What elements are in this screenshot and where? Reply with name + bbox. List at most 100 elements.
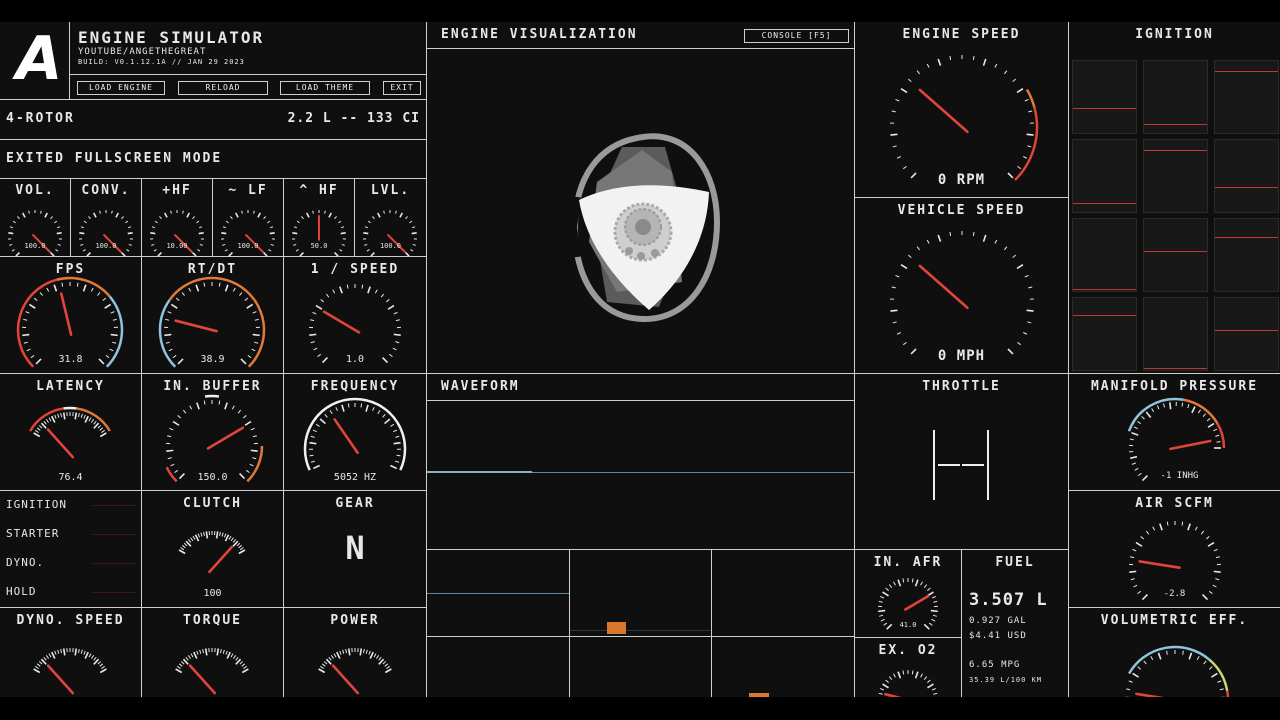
ex-o2-dial-tick (897, 671, 902, 679)
hold-toggle-label[interactable]: HOLD (6, 585, 37, 598)
hf2-dial-tick (306, 212, 310, 218)
frequency-dial-tick (309, 454, 314, 457)
dyno-speed-dial-tick (54, 650, 57, 655)
throttle-indicator[interactable] (855, 374, 1069, 550)
channel-grid (427, 550, 855, 697)
latency-dial-tick (57, 413, 60, 418)
frequency-dial-tick (390, 464, 398, 470)
hf2-dial-tick (312, 210, 314, 214)
conv-value: 100.0 (95, 242, 117, 250)
hf-dial-tick (151, 226, 156, 229)
vol-dial-tick (17, 216, 20, 220)
fps-dial-tick (25, 311, 30, 314)
engine-displacement: 2.2 L -- 133 CI (287, 111, 420, 126)
in-buffer-dial-tick (203, 400, 206, 405)
frequency-dial-tick (309, 441, 317, 445)
engine-speed-dial-tick (1026, 133, 1034, 136)
air-scfm-dial-tick (1194, 526, 1198, 531)
torque-dial-tick (177, 665, 181, 670)
rtdt-dial-tick (244, 297, 249, 302)
manifold-pressure-dial-needle (1169, 439, 1212, 451)
latency-dial-tick (38, 425, 43, 429)
afr-dial-tick (914, 579, 919, 587)
afr-dial-tick (923, 584, 928, 588)
conv-dial-tick (120, 251, 126, 256)
afr-dial-tick (911, 578, 914, 583)
torque-dial-tick (199, 649, 202, 654)
air-scfm-dial-tick (1152, 526, 1156, 531)
rotor-bolt-left (625, 247, 633, 255)
in-buffer-dial-tick (189, 405, 193, 410)
hf-dial-tick (150, 231, 156, 235)
air-scfm-dial-tick (1129, 570, 1137, 573)
ex-o2-dial-tick (923, 676, 928, 680)
fps-dial-tick (53, 284, 58, 292)
latency-dial-tick (101, 429, 105, 434)
frequency-dial-tick (365, 404, 369, 412)
lvl-dial-tick (411, 226, 416, 229)
engine-speed-dial-tick (891, 110, 896, 113)
lf-dial-tick (235, 212, 239, 218)
ignition-cell-12 (1214, 297, 1279, 371)
channel-cell-1 (427, 550, 570, 637)
ex-o2-dial-tick (920, 673, 923, 678)
volumetric-eff-gauge (1125, 645, 1230, 697)
dyno-speed-dial-tick (90, 655, 95, 659)
vehicle-speed-dial-tick (895, 274, 900, 278)
lf-dial-tick (267, 220, 271, 224)
in-buffer-dial (165, 394, 264, 483)
manifold-pressure-dial-tick (1191, 406, 1196, 414)
exit-button[interactable]: EXIT (383, 81, 421, 95)
volumetric-eff-dial-tick (1182, 650, 1184, 655)
in-buffer-dial-tick (177, 414, 182, 419)
torque-dial-tick (230, 653, 234, 658)
fuel-cost: $4.41 USD (969, 631, 1027, 641)
clutch-dial-tick (194, 534, 200, 542)
dyno-speed-dial-tick (35, 665, 39, 670)
ignition-cell-7 (1072, 218, 1137, 292)
lvl-dial-tick (405, 216, 408, 220)
manifold-pressure-dial-tick (1151, 408, 1155, 413)
engine-speed-dial-tick (1024, 98, 1029, 102)
rtdt-dial-tick (170, 303, 178, 309)
clutch-dial-tick (238, 544, 243, 549)
vehicle-speed-dial-tick (907, 254, 912, 259)
ignition-cell-8 (1143, 218, 1208, 292)
lvl-gauge-panel: LVL. 100.0 (355, 179, 427, 257)
engine-speed-dial-tick (916, 70, 920, 75)
air-scfm-dial-tick (1159, 523, 1163, 531)
manifold-pressure-dial-tick (1206, 417, 1211, 422)
latency-dial-tick (60, 412, 63, 418)
volumetric-eff-dial-tick (1128, 680, 1133, 683)
load-theme-button[interactable]: LOAD THEME (280, 81, 370, 95)
latency-dial-tick (77, 412, 80, 418)
afr-dial-tick (878, 609, 886, 613)
torque-dial-tick (219, 648, 222, 654)
in-buffer-dial-tick (242, 414, 247, 419)
vehicle-speed-dial-tick (949, 231, 952, 237)
hold-toggle-indicator (92, 592, 136, 593)
dyno-toggle-label[interactable]: DYNO. (6, 556, 44, 569)
speed-panel: 1 / SPEED 1.0 (284, 257, 427, 374)
dyno-speed-dial-tick (93, 656, 97, 661)
ignition-toggle-label[interactable]: IGNITION (6, 498, 67, 511)
manifold-pressure-panel: MANIFOLD PRESSURE -1 INHG (1069, 374, 1280, 491)
power-dial-tick (384, 663, 389, 667)
reload-button[interactable]: RELOAD (178, 81, 268, 95)
ignition-cell-10 (1072, 297, 1137, 371)
dyno-speed-dial-tick (88, 653, 92, 658)
latency-dial-tick (62, 412, 66, 420)
clutch-dial-tick (187, 538, 192, 543)
frequency-dial-tick (372, 406, 375, 412)
dyno-speed-dial (33, 648, 107, 695)
load-engine-button[interactable]: LOAD ENGINE (77, 81, 165, 95)
in-buffer-dial-tick (167, 435, 172, 438)
power-dial-tick (333, 653, 337, 658)
frequency-dial-tick (335, 406, 338, 412)
in-buffer-dial-tick (250, 449, 258, 452)
hf2-dial-tick (296, 220, 300, 224)
torque-dial-tick (190, 653, 194, 658)
starter-toggle-label[interactable]: STARTER (6, 527, 59, 540)
hf-dial-tick (159, 216, 162, 220)
clutch-dial-tick (230, 537, 234, 542)
